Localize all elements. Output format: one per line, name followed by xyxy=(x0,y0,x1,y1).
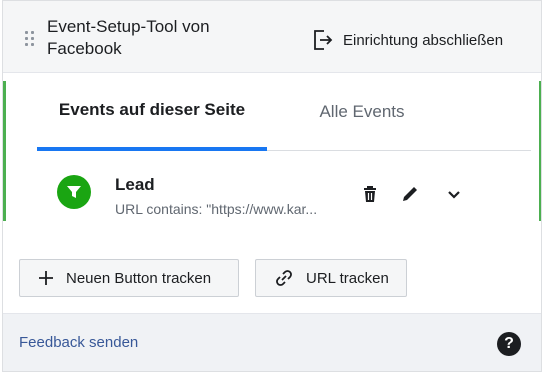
drag-handle-icon[interactable] xyxy=(25,31,35,49)
add-button-label: Neuen Button tracken xyxy=(66,269,212,287)
finish-setup-label: Einrichtung abschließen xyxy=(343,31,504,49)
plus-icon xyxy=(39,271,53,285)
event-setup-panel: Event-Setup-Tool von Facebook Einrichtun… xyxy=(2,0,542,372)
event-row[interactable]: Lead URL contains: "https://www.kar... xyxy=(3,161,541,231)
chevron-down-icon[interactable] xyxy=(443,183,465,205)
event-rule: URL contains: "https://www.kar... xyxy=(115,201,318,217)
panel-header: Event-Setup-Tool von Facebook Einrichtun… xyxy=(3,1,541,73)
tab-events-on-page[interactable]: Events auf dieser Seite xyxy=(37,73,267,151)
add-button-tracking-button[interactable]: Neuen Button tracken xyxy=(19,259,239,297)
funnel-icon xyxy=(57,175,91,209)
tab-all-events[interactable]: Alle Events xyxy=(267,73,457,151)
tab-bar: Events auf dieser Seite Alle Events xyxy=(37,73,531,151)
panel-footer: Feedback senden ? xyxy=(3,313,541,371)
trash-icon[interactable] xyxy=(359,183,381,205)
feedback-link[interactable]: Feedback senden xyxy=(19,334,138,351)
event-name: Lead xyxy=(115,175,155,194)
exit-icon xyxy=(314,30,333,50)
app-title: Event-Setup-Tool von Facebook xyxy=(47,17,210,58)
finish-setup-button[interactable]: Einrichtung abschließen xyxy=(311,27,503,53)
url-tracking-button[interactable]: URL tracken xyxy=(255,259,407,297)
link-icon xyxy=(276,270,292,286)
pencil-icon[interactable] xyxy=(399,183,421,205)
url-button-label: URL tracken xyxy=(306,269,389,287)
help-icon[interactable]: ? xyxy=(497,332,521,356)
